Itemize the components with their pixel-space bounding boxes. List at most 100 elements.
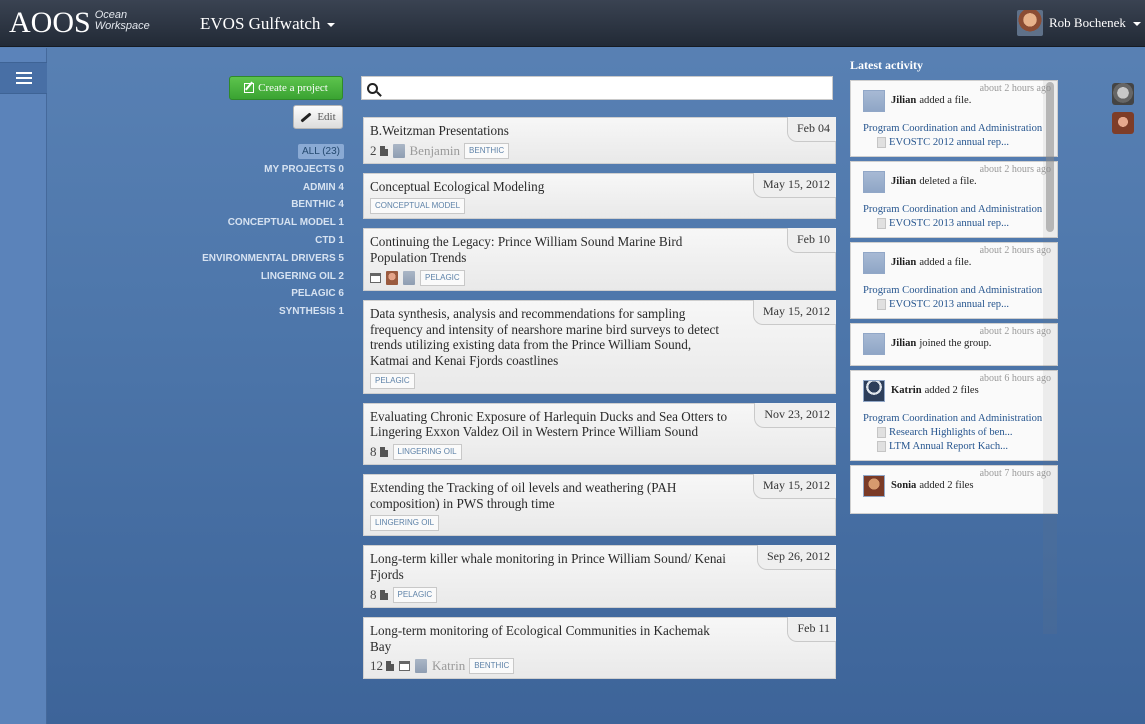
filter-ctd[interactable]: CTD 1 (150, 232, 344, 250)
user-avatar-icon[interactable] (863, 475, 885, 497)
activity-project-link[interactable]: Program Coordination and Administration (863, 284, 1047, 298)
activity-project-link[interactable]: Program Coordination and Administration (863, 122, 1047, 136)
user-avatar-icon[interactable] (863, 171, 885, 193)
filter-admin[interactable]: ADMIN 4 (150, 179, 344, 197)
activity-project-link[interactable]: Program Coordination and Administration (863, 203, 1047, 217)
activity-time: about 2 hours ago (979, 164, 1051, 175)
hamburger-icon (15, 72, 32, 84)
activity-user[interactable]: Jilian (891, 257, 916, 268)
tag-badge[interactable]: LINGERING OIL (370, 515, 440, 532)
activity-action: added 2 files (924, 385, 979, 396)
activity-user[interactable]: Jilian (891, 176, 916, 187)
project-meta: 8 LINGERING OIL (370, 443, 829, 461)
tag-badge[interactable]: PELAGIC (392, 586, 438, 603)
activity-action: added a file. (919, 257, 972, 268)
activity-action: deleted a file. (919, 176, 977, 187)
project-date: Feb 04 (787, 117, 836, 142)
activity-item: about 6 hours ago Katrin added 2 files Pr… (850, 370, 1058, 461)
project-meta: PELAGIC (370, 269, 829, 287)
project-title: Long-term monitoring of Ecological Commu… (370, 622, 710, 654)
filter-my-projects[interactable]: MY PROJECTS 0 (150, 161, 344, 179)
activity-action: added a file. (919, 95, 972, 106)
member-name: Benjamin (409, 142, 461, 158)
menu-toggle-button[interactable] (0, 62, 47, 94)
workspace-dropdown[interactable]: EVOS Gulfwatch (200, 14, 336, 34)
tag-badge[interactable]: PELAGIC (420, 269, 465, 286)
document-icon (386, 661, 394, 672)
member-photo-icon (386, 270, 398, 285)
filter-lingering-oil[interactable]: LINGERING OIL 2 (150, 268, 344, 286)
filter-pelagic[interactable]: PELAGIC 6 (150, 285, 344, 303)
project-card[interactable]: Data synthesis, analysis and recommendat… (363, 299, 836, 394)
activity-action: added 2 files (919, 480, 974, 491)
project-date: Feb 11 (787, 616, 836, 642)
tag-badge[interactable]: BENTHIC (469, 658, 515, 675)
project-meta: 8 PELAGIC (370, 586, 829, 604)
top-navbar: AOOS Ocean Workspace EVOS Gulfwatch Rob … (0, 0, 1145, 47)
tag-badge[interactable]: LINGERING OIL (392, 444, 462, 461)
filter-all[interactable]: ALL (23) (150, 143, 344, 161)
activity-file-link[interactable]: EVOSTC 2012 annual rep... (877, 136, 1047, 150)
edit-button[interactable]: Edit (293, 105, 343, 129)
user-avatar-icon[interactable] (863, 333, 885, 355)
user-avatar-icon[interactable] (863, 90, 885, 112)
search-input[interactable] (384, 78, 832, 98)
activity-action: joined the group. (919, 338, 992, 349)
filter-conceptual-model[interactable]: CONCEPTUAL MODEL 1 (150, 214, 344, 232)
activity-feed: about 2 hours ago Jilian added a file. Pr… (850, 80, 1058, 634)
logo-sub-line-2: Workspace (94, 20, 150, 32)
activity-file-link[interactable]: EVOSTC 2013 annual rep... (877, 298, 1047, 312)
activity-file-link[interactable]: EVOSTC 2013 annual rep... (877, 217, 1047, 231)
project-meta: 2 Benjamin BENTHIC (370, 142, 829, 160)
activity-item: about 2 hours ago Jilian added a file. Pr… (850, 242, 1058, 319)
activity-scrollbar-thumb[interactable] (1046, 82, 1054, 232)
project-card[interactable]: B.Weitzman Presentations Feb 04 2 Benjam… (363, 117, 836, 164)
activity-user[interactable]: Jilian (891, 338, 916, 349)
tag-badge[interactable]: CONCEPTUAL MODEL (370, 198, 466, 215)
activity-file-link[interactable]: Research Highlights of ben... (877, 426, 1047, 440)
activity-time: about 2 hours ago (979, 326, 1051, 337)
activity-user[interactable]: Sonia (891, 480, 916, 491)
tag-badge[interactable]: PELAGIC (370, 372, 415, 389)
online-member-avatar[interactable] (1112, 112, 1134, 134)
project-card[interactable]: Extending the Tracking of oil levels and… (363, 474, 836, 537)
aoos-logo[interactable]: AOOS Ocean Workspace (9, 6, 150, 42)
chevron-down-icon (327, 23, 336, 27)
user-avatar-icon[interactable] (863, 252, 885, 274)
activity-item: about 2 hours ago Jilian joined the group… (850, 323, 1058, 366)
file-count: 12 (370, 658, 383, 674)
activity-time: about 2 hours ago (979, 83, 1051, 94)
filter-synthesis[interactable]: SYNTHESIS 1 (150, 303, 344, 321)
project-meta: CONCEPTUAL MODEL (370, 197, 829, 215)
activity-file-link[interactable]: LTM Annual Report Kach... (877, 440, 1047, 454)
activity-project-link[interactable]: Program Coordination and Administration (863, 412, 1047, 426)
person-avatar-icon (392, 143, 405, 158)
tag-badge[interactable]: BENTHIC (464, 142, 510, 159)
logo-main-text: AOOS (9, 6, 91, 39)
document-icon (379, 145, 388, 156)
activity-item: about 7 hours ago Sonia added 2 files (850, 465, 1058, 514)
filter-environmental-drivers[interactable]: ENVIRONMENTAL DRIVERS 5 (150, 250, 344, 268)
latest-activity-heading: Latest activity (850, 58, 923, 72)
project-title: Long-term killer whale monitoring in Pri… (370, 551, 726, 583)
user-menu[interactable]: Rob Bochenek (1017, 10, 1141, 36)
person-avatar-icon (415, 659, 427, 674)
project-date: Sep 26, 2012 (757, 545, 836, 571)
activity-user[interactable]: Katrin (891, 385, 922, 396)
project-meta: LINGERING OIL (370, 514, 829, 532)
left-rail (0, 48, 47, 724)
activity-user[interactable]: Jilian (891, 95, 916, 106)
project-card[interactable]: Conceptual Ecological Modeling May 15, 2… (363, 172, 836, 220)
filter-benthic[interactable]: BENTHIC 4 (150, 196, 344, 214)
project-title: Conceptual Ecological Modeling (370, 178, 545, 194)
online-member-avatar[interactable] (1112, 83, 1134, 105)
create-project-button[interactable]: Create a project (229, 76, 343, 100)
project-card[interactable]: Evaluating Chronic Exposure of Harlequin… (363, 402, 836, 466)
search-icon (367, 82, 378, 94)
project-card[interactable]: Continuing the Legacy: Prince William So… (363, 228, 836, 291)
project-card[interactable]: Long-term killer whale monitoring in Pri… (363, 545, 836, 608)
project-card[interactable]: Long-term monitoring of Ecological Commu… (363, 616, 836, 680)
user-avatar-icon[interactable] (863, 380, 885, 402)
activity-item: about 2 hours ago Jilian added a file. Pr… (850, 80, 1058, 157)
activity-item: about 2 hours ago Jilian deleted a file. … (850, 161, 1058, 238)
